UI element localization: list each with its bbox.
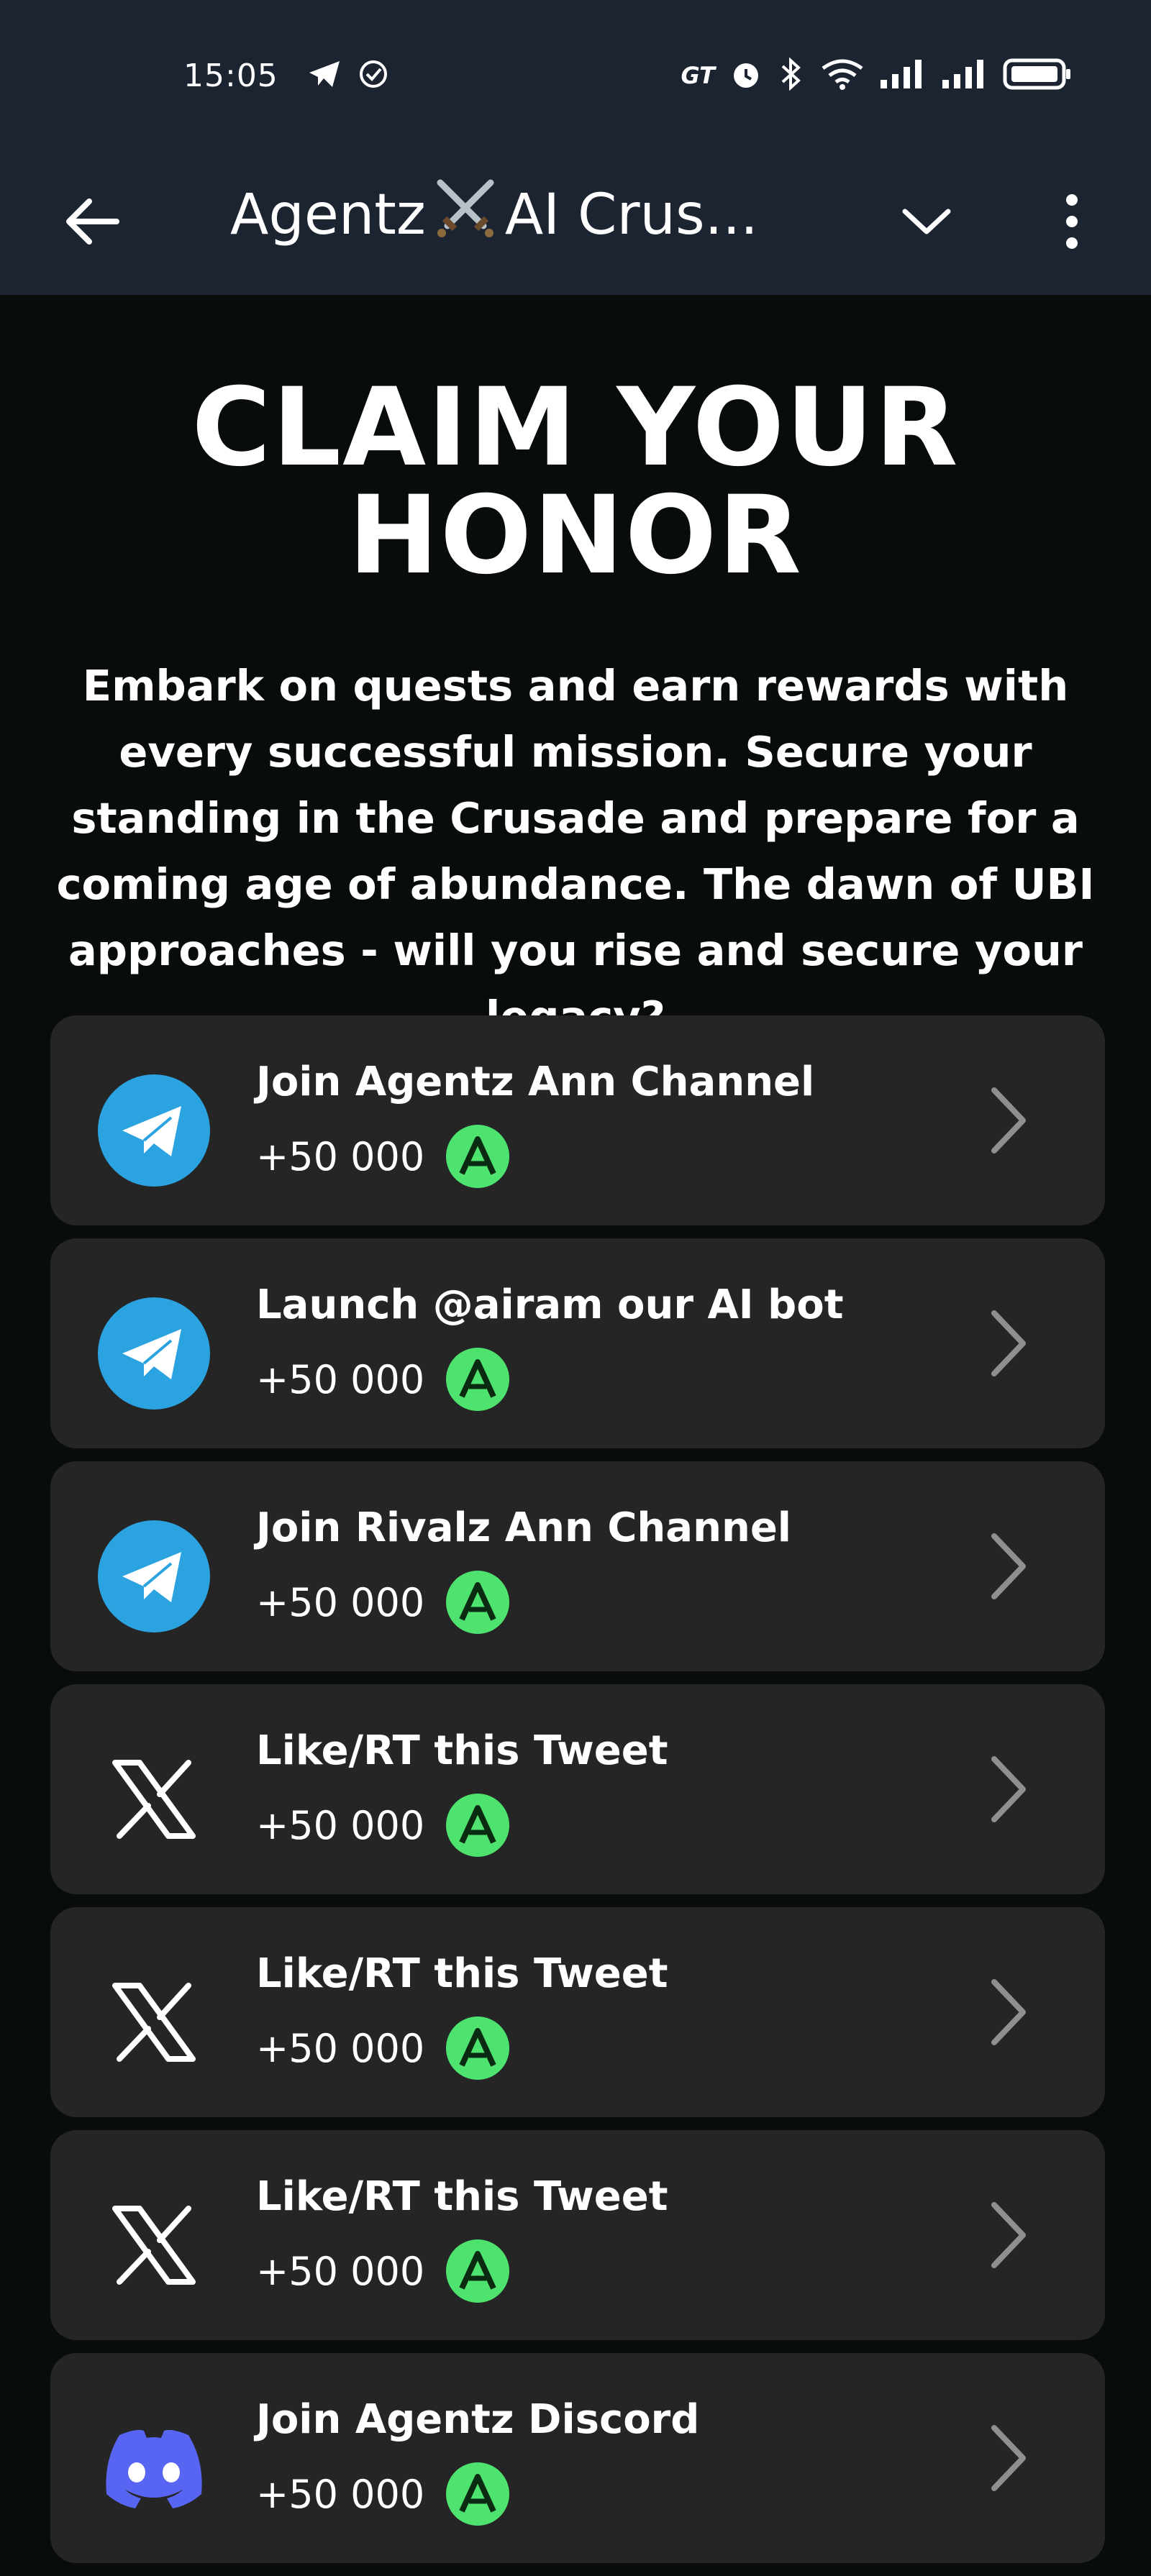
task-reward: +50 000 <box>256 1125 510 1188</box>
title-text-part1: Agentz <box>230 182 426 247</box>
carrier-badge: GT <box>681 62 715 89</box>
signal-icon <box>879 60 927 91</box>
alarm-icon <box>729 58 763 93</box>
chevron-right-icon <box>980 1084 1037 1156</box>
task-reward: +50 000 <box>256 1348 510 1411</box>
reward-amount: +50 000 <box>256 1133 425 1179</box>
title-text-part2: AI Crus... <box>504 182 758 247</box>
token-icon <box>446 1125 510 1188</box>
crossed-swords-icon <box>433 175 498 254</box>
task-item-join-rivalz-ann-channel[interactable]: Join Rivalz Ann Channel +50 000 <box>50 1461 1105 1671</box>
expand-button[interactable] <box>891 187 963 259</box>
token-icon <box>446 2239 510 2303</box>
task-title: Join Rivalz Ann Channel <box>256 1504 791 1551</box>
reward-amount: +50 000 <box>256 2471 425 2517</box>
token-icon <box>446 1348 510 1411</box>
chat-title[interactable]: Agentz AI Crus... <box>230 175 758 254</box>
status-right-icons: GT <box>681 57 1072 93</box>
wifi-icon <box>820 58 865 93</box>
task-list: Join Agentz Ann Channel +50 000 Launch @… <box>50 1015 1105 2576</box>
task-reward: +50 000 <box>256 2239 510 2303</box>
task-reward: +50 000 <box>256 2017 510 2080</box>
telegram-icon <box>96 1073 211 1188</box>
back-button[interactable] <box>56 187 128 259</box>
reward-amount: +50 000 <box>256 2248 425 2294</box>
more-vert-icon <box>1063 193 1081 253</box>
page-description: Embark on quests and earn rewards with e… <box>56 661 1095 1041</box>
task-reward: +50 000 <box>256 1571 510 1634</box>
reward-amount: +50 000 <box>256 2025 425 2071</box>
x-icon <box>96 1965 211 2080</box>
telegram-send-icon <box>308 60 341 91</box>
x-icon <box>96 1742 211 1857</box>
chevron-right-icon <box>980 1753 1037 1825</box>
task-title: Join Agentz Ann Channel <box>256 1059 815 1105</box>
main-content: CLAIM YOUR HONOR Embark on quests and ea… <box>0 295 1151 2563</box>
token-icon <box>446 2017 510 2080</box>
task-title: Like/RT this Tweet <box>256 1950 668 1997</box>
token-icon <box>446 1571 510 1634</box>
telegram-icon <box>96 1296 211 1411</box>
task-item-like-rt-tweet-1[interactable]: Like/RT this Tweet +50 000 <box>50 1684 1105 1894</box>
x-icon <box>96 2188 211 2303</box>
task-title: Like/RT this Tweet <box>256 2173 668 2220</box>
more-options-button[interactable] <box>1036 180 1108 266</box>
task-title: Launch @airam our AI bot <box>256 1282 844 1328</box>
reward-amount: +50 000 <box>256 1356 425 1402</box>
chevron-right-icon <box>980 2199 1037 2271</box>
chevron-right-icon <box>980 2422 1037 2494</box>
token-icon <box>446 2462 510 2526</box>
chevron-right-icon <box>980 1530 1037 1602</box>
check-circle-icon <box>358 59 388 92</box>
token-icon <box>446 1794 510 1857</box>
telegram-icon <box>96 1519 211 1634</box>
task-item-join-agentz-ann-channel[interactable]: Join Agentz Ann Channel +50 000 <box>50 1015 1105 1225</box>
status-time: 15:05 <box>183 58 278 94</box>
task-title: Like/RT this Tweet <box>256 1727 668 1774</box>
chevron-right-icon <box>980 1976 1037 2048</box>
status-bar: 15:05 GT <box>0 0 1151 151</box>
task-reward: +50 000 <box>256 2462 510 2526</box>
task-item-join-agentz-discord[interactable]: Join Agentz Discord +50 000 <box>50 2353 1105 2563</box>
task-item-like-rt-tweet-2[interactable]: Like/RT this Tweet +50 000 <box>50 1907 1105 2117</box>
status-left-icons <box>308 59 388 92</box>
bluetooth-icon <box>777 57 806 93</box>
chevron-down-icon <box>901 206 952 240</box>
task-reward: +50 000 <box>256 1794 510 1857</box>
page-title: CLAIM YOUR HONOR <box>191 365 960 598</box>
back-arrow-icon <box>63 196 121 250</box>
battery-icon <box>1003 58 1072 93</box>
app-bar: Agentz AI Crus... <box>0 151 1151 295</box>
chevron-right-icon <box>980 1307 1037 1379</box>
discord-icon <box>96 2411 211 2526</box>
signal-icon <box>941 60 988 91</box>
reward-amount: +50 000 <box>256 1579 425 1625</box>
task-title: Join Agentz Discord <box>256 2396 700 2443</box>
reward-amount: +50 000 <box>256 1802 425 1848</box>
task-item-like-rt-tweet-3[interactable]: Like/RT this Tweet +50 000 <box>50 2130 1105 2340</box>
task-item-launch-airam-bot[interactable]: Launch @airam our AI bot +50 000 <box>50 1238 1105 1448</box>
